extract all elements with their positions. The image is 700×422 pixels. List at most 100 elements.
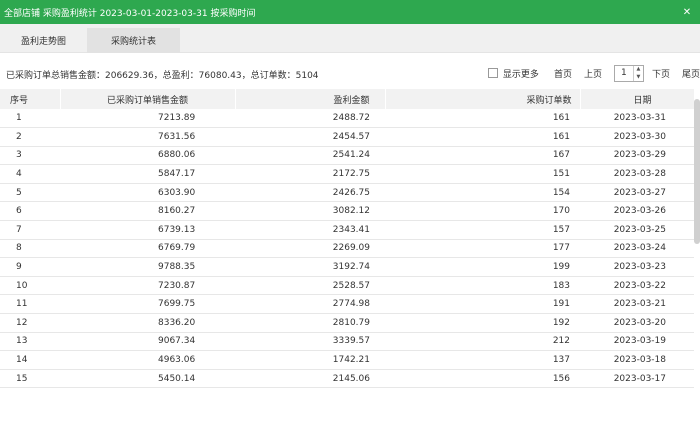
cell-date: 2023-03-26 bbox=[613, 206, 666, 217]
page-number-input[interactable]: 1 ▲ ▼ bbox=[613, 64, 644, 82]
show-more-label[interactable]: 显示更多 bbox=[503, 67, 539, 80]
cell-order-count: 161 bbox=[552, 113, 570, 124]
table-header-row: 序号 已采购订单销售金额 盈利金额 采购订单数 日期 bbox=[0, 89, 695, 109]
table-row[interactable]: 11 7699.75 2774.98 191 2023-03-21 bbox=[0, 295, 694, 314]
cell-profit: 3082.12 bbox=[332, 206, 370, 217]
table-row[interactable]: 4 5847.17 2172.75 151 2023-03-28 bbox=[0, 165, 694, 184]
column-header-date[interactable]: 日期 bbox=[580, 89, 695, 109]
cell-profit: 2774.98 bbox=[332, 299, 370, 310]
cell-order-count: 183 bbox=[552, 280, 570, 291]
cell-date: 2023-03-25 bbox=[613, 224, 666, 235]
vertical-scrollbar[interactable] bbox=[694, 99, 700, 244]
cell-date: 2023-03-21 bbox=[613, 299, 666, 310]
cell-index: 2 bbox=[16, 131, 22, 142]
table-row[interactable]: 13 9067.34 3339.57 212 2023-03-19 bbox=[0, 332, 694, 351]
cell-sales: 6769.79 bbox=[158, 243, 196, 254]
cell-date: 2023-03-28 bbox=[613, 169, 666, 180]
table-row[interactable]: 15 5450.14 2145.06 156 2023-03-17 bbox=[0, 369, 694, 388]
cell-profit: 2488.72 bbox=[332, 113, 370, 124]
cell-order-count: 154 bbox=[552, 187, 570, 198]
cell-date: 2023-03-22 bbox=[613, 280, 666, 291]
first-page-button[interactable]: 首页 bbox=[554, 67, 572, 80]
cell-date: 2023-03-31 bbox=[613, 113, 666, 124]
table-row[interactable]: 14 4963.06 1742.21 137 2023-03-18 bbox=[0, 351, 694, 370]
cell-index: 12 bbox=[16, 317, 28, 328]
cell-sales: 9067.34 bbox=[158, 336, 196, 347]
cell-date: 2023-03-17 bbox=[613, 373, 666, 384]
cell-order-count: 212 bbox=[552, 336, 570, 347]
cell-profit: 2810.79 bbox=[332, 317, 370, 328]
spin-down-icon[interactable]: ▼ bbox=[634, 73, 643, 81]
cell-sales: 7213.89 bbox=[158, 113, 196, 124]
cell-profit: 2541.24 bbox=[332, 150, 370, 161]
cell-profit: 1742.21 bbox=[332, 355, 370, 366]
tab-purchase-stats[interactable]: 采购统计表 bbox=[87, 28, 180, 53]
cell-profit: 2528.57 bbox=[332, 280, 370, 291]
cell-index: 5 bbox=[16, 187, 22, 198]
cell-profit: 2426.75 bbox=[332, 187, 370, 198]
cell-order-count: 156 bbox=[552, 373, 570, 384]
table-row[interactable]: 7 6739.13 2343.41 157 2023-03-25 bbox=[0, 221, 694, 240]
stats-table-container: 序号 已采购订单销售金额 盈利金额 采购订单数 日期 1 7213.89 2488.… bbox=[0, 89, 700, 422]
cell-sales: 7699.75 bbox=[158, 299, 196, 310]
cell-index: 9 bbox=[16, 262, 22, 273]
close-icon[interactable]: ✕ bbox=[678, 2, 696, 22]
cell-index: 6 bbox=[16, 206, 22, 217]
table-body: 1 7213.89 2488.72 161 2023-03-31 2 7631.56 2454… bbox=[0, 109, 694, 388]
table-row[interactable]: 3 6880.06 2541.24 167 2023-03-29 bbox=[0, 146, 694, 165]
next-page-button[interactable]: 下页 bbox=[652, 67, 670, 80]
cell-profit: 3192.74 bbox=[332, 262, 370, 273]
last-page-button[interactable]: 尾页 bbox=[682, 67, 700, 80]
table-row[interactable]: 1 7213.89 2488.72 161 2023-03-31 bbox=[0, 109, 694, 128]
page-spinner[interactable]: ▲ ▼ bbox=[632, 65, 643, 81]
table-row[interactable]: 9 9788.35 3192.74 199 2023-03-23 bbox=[0, 258, 694, 277]
toolbar: 已采购订单总销售金额：206629.36，总盈利：76080.43，总订单数：5… bbox=[0, 60, 700, 86]
cell-order-count: 170 bbox=[552, 206, 570, 217]
tab-profit-trend[interactable]: 盈利走势图 bbox=[0, 28, 87, 53]
cell-sales: 8336.20 bbox=[158, 317, 196, 328]
cell-order-count: 157 bbox=[552, 224, 570, 235]
column-header-sales[interactable]: 已采购订单销售金额 bbox=[60, 89, 236, 109]
window-titlebar: 全部店铺 采购盈利统计 2023-03-01-2023-03-31 按采购时间 … bbox=[0, 0, 700, 24]
cell-index: 11 bbox=[16, 299, 28, 310]
cell-index: 4 bbox=[16, 169, 22, 180]
cell-index: 3 bbox=[16, 150, 22, 161]
pager: 显示更多 首页 上页 1 ▲ ▼ 下页 尾页 bbox=[487, 64, 700, 82]
cell-sales: 6880.06 bbox=[158, 150, 196, 161]
column-header-profit[interactable]: 盈利金额 bbox=[235, 89, 386, 109]
cell-order-count: 199 bbox=[552, 262, 570, 273]
cell-index: 8 bbox=[16, 243, 22, 254]
cell-sales: 6303.90 bbox=[158, 187, 196, 198]
column-header-order-count[interactable]: 采购订单数 bbox=[385, 89, 581, 109]
table-row[interactable]: 12 8336.20 2810.79 192 2023-03-20 bbox=[0, 314, 694, 333]
window-title: 全部店铺 采购盈利统计 2023-03-01-2023-03-31 按采购时间 bbox=[4, 8, 256, 19]
cell-order-count: 177 bbox=[552, 243, 570, 254]
spin-up-icon[interactable]: ▲ bbox=[634, 66, 643, 74]
cell-profit: 2172.75 bbox=[332, 169, 370, 180]
cell-sales: 9788.35 bbox=[158, 262, 196, 273]
table-row[interactable]: 2 7631.56 2454.57 161 2023-03-30 bbox=[0, 128, 694, 147]
table-row[interactable]: 10 7230.87 2528.57 183 2023-03-22 bbox=[0, 276, 694, 295]
cell-date: 2023-03-27 bbox=[613, 187, 666, 198]
cell-sales: 8160.27 bbox=[158, 206, 196, 217]
table-row[interactable]: 8 6769.79 2269.09 177 2023-03-24 bbox=[0, 239, 694, 258]
cell-profit: 2269.09 bbox=[332, 243, 370, 254]
column-header-index[interactable]: 序号 bbox=[0, 89, 61, 109]
prev-page-button[interactable]: 上页 bbox=[584, 67, 602, 80]
cell-profit: 2454.57 bbox=[332, 131, 370, 142]
cell-date: 2023-03-20 bbox=[613, 317, 666, 328]
show-more-checkbox[interactable] bbox=[487, 68, 498, 78]
table-row[interactable]: 6 8160.27 3082.12 170 2023-03-26 bbox=[0, 202, 694, 221]
cell-profit: 2343.41 bbox=[332, 224, 370, 235]
cell-index: 14 bbox=[16, 355, 28, 366]
cell-sales: 7631.56 bbox=[158, 131, 196, 142]
cell-profit: 3339.57 bbox=[332, 336, 370, 347]
cell-order-count: 161 bbox=[552, 131, 570, 142]
cell-index: 15 bbox=[16, 373, 28, 384]
cell-order-count: 151 bbox=[552, 169, 570, 180]
cell-order-count: 191 bbox=[552, 299, 570, 310]
cell-order-count: 192 bbox=[552, 317, 570, 328]
stats-table: 序号 已采购订单销售金额 盈利金额 采购订单数 日期 1 7213.89 2488.… bbox=[0, 89, 695, 388]
tab-bar: 盈利走势图 采购统计表 bbox=[0, 24, 700, 53]
table-row[interactable]: 5 6303.90 2426.75 154 2023-03-27 bbox=[0, 183, 694, 202]
